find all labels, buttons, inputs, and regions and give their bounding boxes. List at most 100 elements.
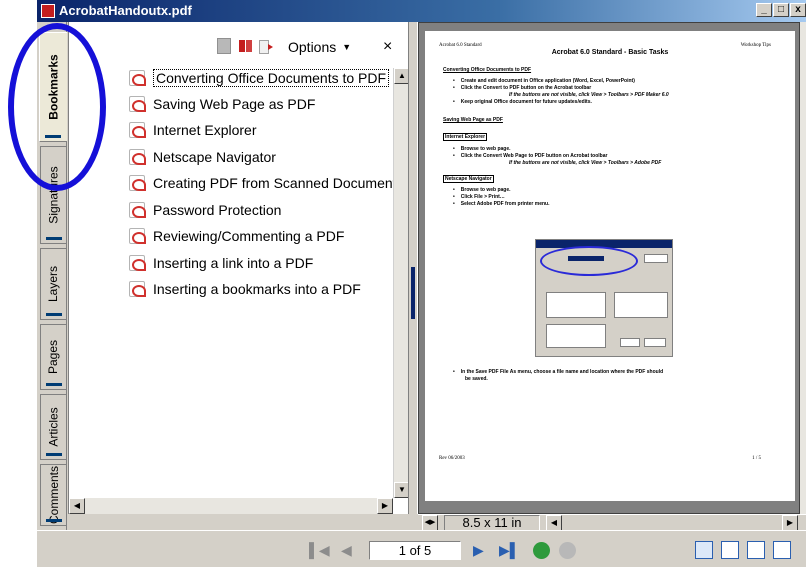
tab-grip [46,237,62,240]
bookmark-label: Internet Explorer [153,122,257,138]
bookmark-label: Inserting a link into a PDF [153,255,314,271]
trash-icon[interactable] [217,38,231,54]
subsection-heading: Internet Explorer [443,133,488,141]
bullet-text: Click the Convert Web Page to PDF button… [453,153,608,159]
pdf-bookmark-icon [129,281,146,297]
bookmark-item[interactable]: Reviewing/Commenting a PDF [129,226,344,246]
close-panel-button[interactable]: × [383,36,392,58]
bookmark-label: Netscape Navigator [153,149,276,165]
go-forward-icon[interactable] [559,542,576,559]
page-number-field[interactable]: 1 of 5 [369,541,461,560]
note-text: If the buttons are not visible, click Vi… [509,160,662,166]
chevron-down-icon: ▼ [342,42,352,52]
bookmark-item[interactable]: Converting Office Documents to PDF [129,68,390,88]
bookmarks-horizontal-scrollbar[interactable]: ◀ ▶ [69,498,393,514]
tab-label: Comments [46,465,61,525]
tab-comments[interactable]: Comments [40,464,66,526]
bookmark-item[interactable]: Password Protection [129,200,281,220]
scroll-right-icon[interactable]: ▶ [377,498,393,514]
pdf-bookmark-icon [129,96,146,112]
bullet-text: Browse to web page. [453,187,511,193]
split-view-icon[interactable]: ◀▶ [422,515,438,531]
navigation-status-bar: ▌◀ ◀ 1 of 5 ▶ ▶▌ [37,530,806,567]
title-bar[interactable]: AcrobatHandoutx.pdf _ □ x [37,0,806,22]
pdf-bookmark-icon [129,255,146,271]
page-title: Acrobat 6.0 Standard - Basic Tasks [551,49,669,56]
go-back-icon[interactable] [533,542,550,559]
tab-label: Articles [46,407,61,447]
window-title: AcrobatHandoutx.pdf [59,3,192,18]
tab-label: Pages [46,339,61,375]
tab-grip [46,313,62,316]
pdf-bookmark-icon [129,149,146,165]
page-footer-right: 1 / 5 [752,456,761,461]
annotation-highlight-oval [8,23,106,191]
pdf-page: Acrobat 6.0 Standard Workshop Tips Acrob… [425,31,795,501]
scroll-left-icon[interactable]: ◀ [546,515,562,531]
note-text: If the buttons are not visible, click Vi… [509,92,669,98]
pdf-bookmark-icon [129,70,146,86]
bullet-text: Keep original Office document for future… [453,99,592,105]
page-header-right: Workshop Tips [740,43,771,48]
print-dialog-screenshot [535,239,673,357]
bookmark-item[interactable]: Internet Explorer [129,120,257,140]
single-page-icon[interactable] [695,541,713,559]
options-group [546,324,606,348]
options-menu-button[interactable]: Options ▼ [284,36,355,58]
page-range-group [546,292,606,318]
bullet-text: Create and edit document in Office appli… [453,78,635,84]
tab-grip [46,453,62,456]
document-horizontal-bar: ◀▶ 8.5 x 11 in ◀ ▶ [418,514,806,531]
next-page-icon[interactable]: ▶ [473,541,484,559]
bookmark-item[interactable]: Inserting a bookmarks into a PDF [129,279,361,299]
bookmark-label: Reviewing/Commenting a PDF [153,228,345,244]
highlight-oval [540,246,638,276]
continuous-page-icon[interactable] [721,541,739,559]
cancel-button [644,338,666,347]
splitter-grip[interactable] [411,267,415,319]
bullet-continuation: be saved. [465,376,488,382]
panel-splitter[interactable] [408,22,418,514]
expand-bookmark-icon[interactable] [259,38,273,54]
bullet-text: Click File > Print… [453,194,505,200]
first-page-icon[interactable]: ▌◀ [309,541,330,559]
document-view[interactable]: Acrobat 6.0 Standard Workshop Tips Acrob… [418,22,800,514]
last-page-icon[interactable]: ▶▌ [499,541,520,559]
maximize-button[interactable]: □ [773,3,789,17]
subsection-heading: Netscape Navigator [443,175,494,183]
options-label: Options [288,39,337,55]
section-heading: Saving Web Page as PDF [443,117,503,123]
bullet-text: In the Save PDF File As menu, choose a f… [453,369,663,375]
scroll-left-icon[interactable]: ◀ [69,498,85,514]
facing-page-icon[interactable] [747,541,765,559]
pdf-bookmark-icon [129,175,146,191]
bookmark-item[interactable]: Netscape Navigator [129,147,276,167]
bookmarks-vertical-scrollbar[interactable]: ▲ ▼ [393,68,410,498]
bullet-text: Click the Convert to PDF button on the A… [453,85,591,91]
continuous-facing-icon[interactable] [773,541,791,559]
close-window-button[interactable]: x [790,3,806,17]
bookmark-list: Converting Office Documents to PDF Savin… [69,68,397,498]
page-size-display: 8.5 x 11 in [444,515,540,531]
tab-layers[interactable]: Layers [40,248,66,320]
document-vertical-scrollbar[interactable] [800,22,806,514]
minimize-button[interactable]: _ [756,3,772,17]
previous-page-icon[interactable]: ◀ [341,541,352,559]
pdf-bookmark-icon [129,202,146,218]
bookmark-label: Converting Office Documents to PDF [153,69,390,87]
bullet-text: Select Adobe PDF from printer menu. [453,201,550,207]
bookmark-label: Password Protection [153,202,282,218]
tab-grip [46,519,62,522]
acrobat-app-icon [41,4,55,18]
properties-button [644,254,668,263]
tab-pages[interactable]: Pages [40,324,66,390]
pdf-bookmark-icon [129,122,146,138]
new-bookmark-icon[interactable] [239,38,253,54]
tab-articles[interactable]: Articles [40,394,66,460]
page-header-left: Acrobat 6.0 Standard [439,43,482,48]
bookmark-item[interactable]: Creating PDF from Scanned Document [129,173,397,193]
scroll-right-icon[interactable]: ▶ [782,515,798,531]
section-heading: Converting Office Documents to PDF [443,67,532,73]
bookmark-item[interactable]: Inserting a link into a PDF [129,253,313,273]
bookmark-item[interactable]: Saving Web Page as PDF [129,94,315,114]
